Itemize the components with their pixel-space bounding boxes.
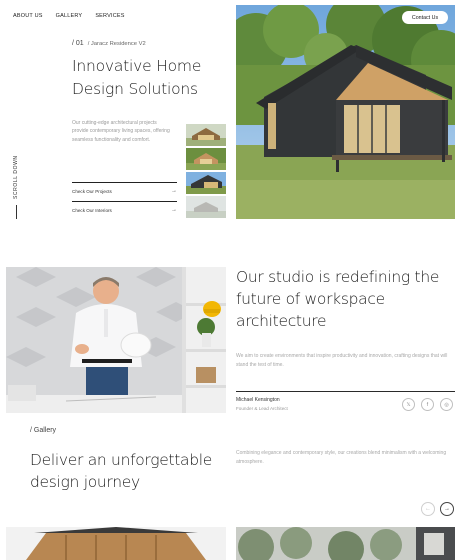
check-projects-label: Check Our Projects — [72, 188, 112, 194]
contact-us-button[interactable]: Contact Us — [402, 11, 448, 24]
hero-house-image — [236, 5, 455, 219]
gallery-description: Combining elegance and contemporary styl… — [236, 450, 447, 465]
divider — [236, 391, 455, 392]
thumbnail-2[interactable] — [186, 148, 226, 170]
hero-title-line-1: Innovative Home — [72, 57, 202, 75]
author-name: Michael Kensington — [236, 397, 280, 403]
x-icon[interactable]: 𝕏 — [402, 398, 415, 411]
check-interiors-link[interactable]: Check Our Interiors → — [72, 201, 177, 220]
nav-about-us[interactable]: ABOUT US — [13, 13, 43, 19]
scroll-down-label: SCROLL DOWN — [13, 155, 19, 199]
facebook-icon[interactable]: f — [421, 398, 434, 411]
architect-image — [6, 267, 226, 413]
main-nav: ABOUT US GALLERY SERVICES — [13, 13, 125, 19]
check-interiors-label: Check Our Interiors — [72, 207, 112, 213]
thumbnail-1[interactable] — [186, 124, 226, 146]
hero-title-line-2: Design Solutions — [72, 80, 198, 98]
thumbnail-4[interactable] — [186, 196, 226, 218]
nav-gallery[interactable]: GALLERY — [56, 13, 83, 19]
nav-services[interactable]: SERVICES — [95, 13, 124, 19]
gallery-next-button[interactable]: → — [440, 502, 454, 516]
arrow-right-icon: → — [171, 188, 177, 194]
gallery-image-2[interactable] — [236, 527, 455, 560]
gallery-title: Deliver an unforgettable design journey — [30, 451, 213, 491]
gallery-navigation: ← → — [421, 502, 454, 516]
hero-title: Innovative Home Design Solutions — [72, 55, 222, 101]
hero-description: Our cutting-edge architectural projects … — [72, 120, 170, 143]
gallery-label: / Gallery — [30, 427, 57, 434]
arrow-right-icon: → — [171, 207, 177, 213]
gallery-image-1[interactable] — [6, 527, 226, 560]
project-number: / 01/ Jaracz Residence V2 — [72, 40, 146, 47]
check-projects-link[interactable]: Check Our Projects → — [72, 182, 177, 201]
project-name: / Jaracz Residence V2 — [87, 41, 146, 47]
instagram-icon[interactable]: ◎ — [440, 398, 453, 411]
studio-description: We aim to create environments that inspi… — [236, 353, 448, 368]
studio-title: Our studio is redefining the future of w… — [236, 268, 440, 330]
scroll-line — [16, 205, 17, 219]
author-role: Founder & Lead Architect — [236, 406, 288, 411]
gallery-prev-button[interactable]: ← — [421, 502, 435, 516]
thumbnail-3[interactable] — [186, 172, 226, 194]
social-links: 𝕏 f ◎ — [402, 398, 453, 411]
scroll-down-indicator[interactable]: SCROLL DOWN — [13, 155, 21, 221]
project-index: / 01 — [72, 40, 84, 47]
hero-links: Check Our Projects → Check Our Interiors… — [72, 182, 177, 220]
project-thumbnails — [186, 124, 226, 220]
